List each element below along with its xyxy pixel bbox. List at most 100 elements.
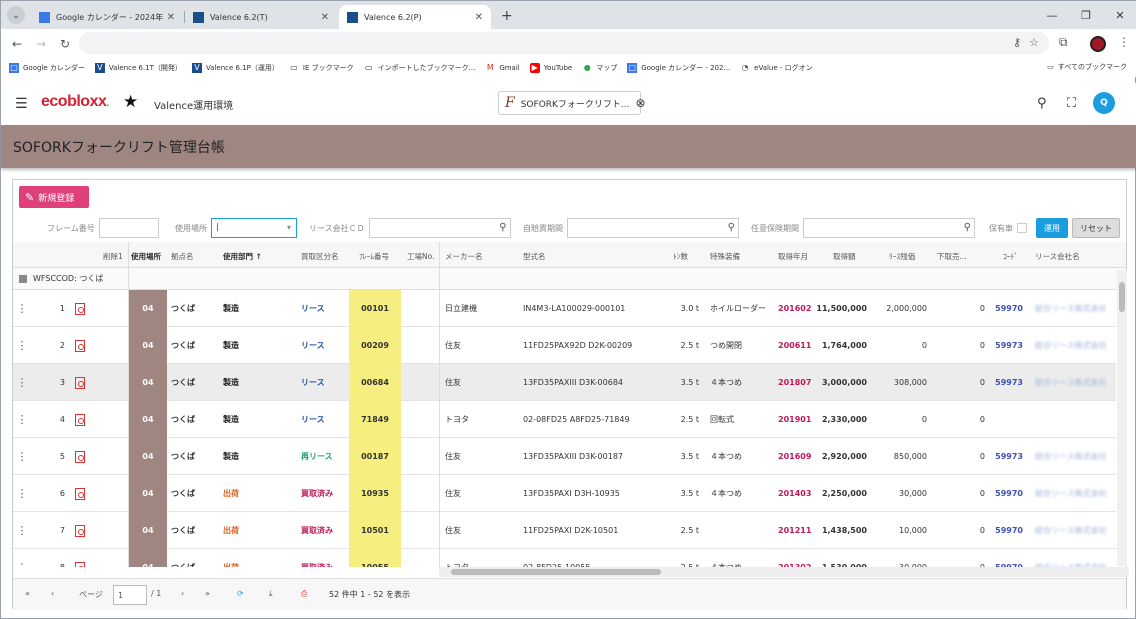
search-icon[interactable]: ⚲ bbox=[728, 222, 735, 233]
bookmark-2[interactable]: V Valence 6.1P（運用） bbox=[191, 63, 279, 73]
ecobloxx-logo[interactable]: ecobloxx. bbox=[41, 93, 109, 111]
lease-code[interactable]: 59973 bbox=[993, 364, 1023, 401]
open-form-chip[interactable]: F SOFORKフォークリフト... ⊗ bbox=[498, 91, 646, 115]
bookmark-1[interactable]: V Valence 6.1T（開発） bbox=[94, 63, 182, 73]
user-avatar[interactable]: Q bbox=[1093, 92, 1115, 114]
forward-icon[interactable]: → bbox=[29, 37, 53, 51]
pdf-icon[interactable] bbox=[73, 327, 87, 364]
first-page-icon[interactable]: « bbox=[25, 589, 30, 598]
all-bookmarks[interactable]: ▭ すべてのブックマーク bbox=[1047, 62, 1127, 72]
col-model[interactable]: 型式名 bbox=[523, 251, 546, 262]
bookmark-9[interactable]: ◔ eValue - ログオン bbox=[740, 63, 813, 73]
table-row[interactable]: ⋮ 1 04 つくば 製造 リース 00101 日立建機 IN4M3-LA100029-0001… bbox=[13, 290, 1116, 327]
col-site[interactable]: 拠点名 bbox=[171, 251, 194, 262]
last-page-icon[interactable]: » bbox=[205, 589, 210, 598]
lease-code[interactable]: 59970 bbox=[993, 290, 1023, 327]
col-acquired-ym[interactable]: 取得年月 bbox=[778, 251, 808, 262]
new-entry-button[interactable]: ✎ 新規登録 bbox=[19, 186, 89, 208]
bookmark-8[interactable]: ▢ Google カレンダー - 202... bbox=[627, 63, 730, 73]
col-equipment[interactable]: 特殊装備 bbox=[710, 251, 740, 262]
search-icon[interactable]: ⚲ bbox=[964, 222, 971, 233]
owned-checkbox[interactable] bbox=[1017, 223, 1027, 233]
page-input[interactable]: 1 bbox=[113, 585, 147, 605]
close-circle-icon[interactable]: ⊗ bbox=[636, 96, 646, 110]
more-icon[interactable]: ⋮ bbox=[1118, 35, 1130, 49]
table-row[interactable]: ⋮ 7 04 つくば 出荷 買取済み 10501 住友 11FD25PAXI D2K-10501… bbox=[13, 512, 1116, 549]
pdf-icon[interactable] bbox=[73, 364, 87, 401]
vertical-scrollbar[interactable] bbox=[1117, 270, 1127, 566]
collapse-icon[interactable] bbox=[19, 274, 27, 283]
refresh-icon[interactable]: ⟳ bbox=[237, 589, 244, 598]
location-select[interactable]: | ▾ bbox=[211, 218, 297, 238]
lease-code[interactable]: 59973 bbox=[993, 327, 1023, 364]
url-input[interactable]: ⚷ ☆ bbox=[79, 32, 1049, 54]
prev-page-icon[interactable]: ‹ bbox=[51, 589, 54, 598]
table-row[interactable]: ⋮ 2 04 つくば 製造 リース 00209 住友 11FD25PAX92D D2K-0020… bbox=[13, 327, 1116, 364]
lease-code[interactable] bbox=[993, 401, 1023, 438]
pdf-icon[interactable] bbox=[73, 438, 87, 475]
lease-code[interactable]: 59973 bbox=[993, 438, 1023, 475]
search-icon[interactable]: ⚲ bbox=[499, 222, 506, 233]
group-row[interactable]: WFSCCOD: つくば bbox=[13, 268, 1126, 290]
horizontal-scrollbar[interactable] bbox=[439, 567, 1129, 577]
key-icon[interactable]: ⚷ bbox=[1013, 36, 1021, 49]
row-menu-icon[interactable]: ⋮ bbox=[17, 364, 28, 401]
col-purchase-type[interactable]: 買取区分名 bbox=[301, 251, 339, 262]
row-menu-icon[interactable]: ⋮ bbox=[17, 549, 28, 567]
col-factory[interactable]: 工場No. bbox=[407, 251, 434, 262]
pdf-icon[interactable]: ⎙ bbox=[301, 589, 307, 599]
bookmark-4[interactable]: ▭ インポートしたブックマーク... bbox=[364, 63, 475, 73]
fullscreen-icon[interactable]: ⛶ bbox=[1067, 96, 1076, 111]
col-maker[interactable]: メーカー名 bbox=[445, 251, 483, 262]
close-window-icon[interactable]: ✕ bbox=[1103, 9, 1136, 22]
pdf-icon[interactable] bbox=[73, 549, 87, 567]
restore-icon[interactable]: ❐ bbox=[1069, 9, 1103, 22]
bookmark-5[interactable]: M Gmail bbox=[485, 63, 520, 73]
row-menu-icon[interactable]: ⋮ bbox=[17, 290, 28, 327]
table-row[interactable]: ⋮ 4 04 つくば 製造 リース 71849 トヨタ 02-08FD25 A8FD25-718… bbox=[13, 401, 1116, 438]
menu-icon[interactable]: ☰ bbox=[15, 96, 28, 112]
row-menu-icon[interactable]: ⋮ bbox=[17, 512, 28, 549]
bookmark-7[interactable]: ● マップ bbox=[582, 63, 618, 73]
close-icon[interactable]: ✕ bbox=[321, 12, 329, 23]
col-price[interactable]: 取得額 bbox=[833, 251, 856, 262]
back-icon[interactable]: ← bbox=[5, 37, 29, 51]
table-row[interactable]: ⋮ 5 04 つくば 製造 再リース 00187 住友 13FD35PAXIII D3K-001… bbox=[13, 438, 1116, 475]
search-icon[interactable]: ⚲ bbox=[1037, 96, 1047, 111]
liability-period-input[interactable]: ⚲ bbox=[567, 218, 739, 238]
lease-code[interactable]: 59970 bbox=[993, 512, 1023, 549]
next-page-icon[interactable]: › bbox=[181, 589, 184, 598]
apply-button[interactable]: 運用 bbox=[1036, 218, 1068, 238]
col-tradein[interactable]: 下取売... bbox=[937, 251, 967, 262]
lease-code[interactable]: 59970 bbox=[993, 549, 1023, 567]
row-menu-icon[interactable]: ⋮ bbox=[17, 401, 28, 438]
reset-button[interactable]: リセット bbox=[1072, 218, 1120, 238]
bookmark-3[interactable]: ▭ IE ブックマーク bbox=[289, 63, 354, 73]
row-menu-icon[interactable]: ⋮ bbox=[17, 327, 28, 364]
col-lease-company[interactable]: リース会社名 bbox=[1035, 251, 1080, 262]
browser-tab-2[interactable]: Valence 6.2(P) ✕ bbox=[339, 5, 491, 29]
close-icon[interactable]: ✕ bbox=[167, 12, 175, 23]
col-location[interactable]: 使用場所 bbox=[131, 251, 161, 262]
col-delete[interactable]: 削除1 bbox=[103, 251, 123, 262]
row-menu-icon[interactable]: ⋮ bbox=[17, 438, 28, 475]
tab-search-icon[interactable]: ⌄ bbox=[7, 6, 25, 24]
col-code[interactable]: ｺｰﾄﾞ bbox=[1003, 251, 1018, 262]
col-frame[interactable]: ﾌﾚｰﾑ番号 bbox=[359, 251, 389, 262]
pdf-icon[interactable] bbox=[73, 512, 87, 549]
browser-tab-1[interactable]: Valence 6.2(T) ✕ bbox=[185, 5, 337, 29]
minimize-icon[interactable]: — bbox=[1035, 9, 1069, 22]
pdf-icon[interactable] bbox=[73, 475, 87, 512]
bookmark-6[interactable]: ▶ YouTube bbox=[529, 63, 572, 73]
table-row[interactable]: ⋮ 3 04 つくば 製造 リース 00684 住友 13FD35PAXIII D3K-0068… bbox=[13, 364, 1116, 401]
favorite-star-icon[interactable]: ★ bbox=[123, 92, 138, 112]
pdf-icon[interactable] bbox=[73, 401, 87, 438]
table-row[interactable]: ⋮ 8 04つくば 出荷 買取済み 10055 トヨタ 02-8FD25-10055 2.5 t… bbox=[13, 549, 1116, 567]
col-tons[interactable]: ﾄﾝ数 bbox=[673, 251, 688, 262]
extensions-icon[interactable]: ⧉ bbox=[1059, 35, 1068, 50]
row-menu-icon[interactable]: ⋮ bbox=[17, 475, 28, 512]
lease-code[interactable]: 59970 bbox=[993, 475, 1023, 512]
voluntary-insurance-input[interactable]: ⚲ bbox=[803, 218, 975, 238]
bookmark-star-icon[interactable]: ☆ bbox=[1029, 36, 1039, 49]
table-row[interactable]: ⋮ 6 04 つくば 出荷 買取済み 10935 住友 13FD35PAXI D3H-10935… bbox=[13, 475, 1116, 512]
